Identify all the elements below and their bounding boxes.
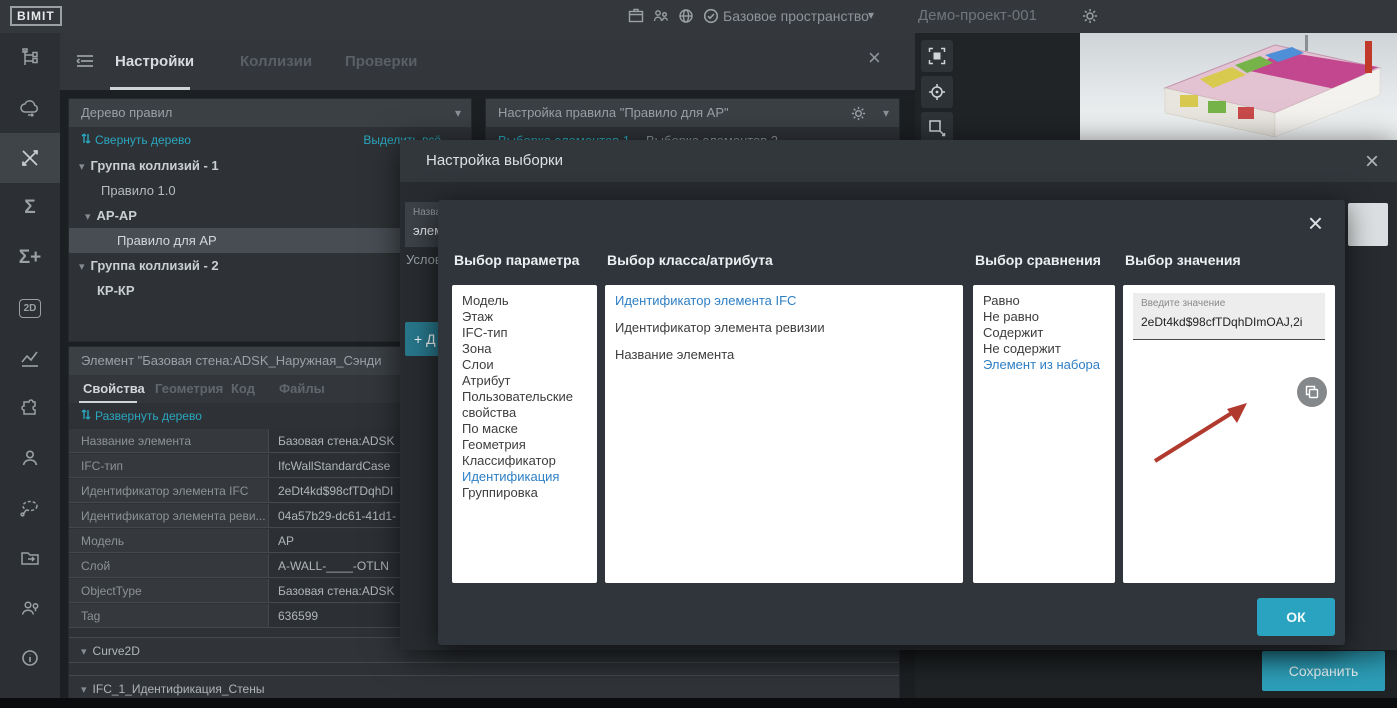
compare-option-selected[interactable]: Элемент из набора — [983, 357, 1105, 373]
param-column-title: Выбор параметра — [454, 252, 579, 268]
check-circle-icon[interactable] — [702, 7, 720, 30]
caret-down-icon[interactable]: ▾ — [79, 261, 85, 273]
zoom-extents-icon[interactable] — [921, 40, 953, 72]
close-icon[interactable]: × — [868, 47, 881, 69]
model-tree-icon[interactable] — [0, 33, 60, 83]
param-option[interactable]: Геометрия — [462, 437, 587, 453]
modal-title: Настройка выборки — [426, 152, 563, 169]
top-bar: BIMIT Базовое пространство ▾ Демо-проект… — [0, 0, 1397, 33]
value-column-title: Выбор значения — [1125, 252, 1241, 268]
scene-background — [1080, 33, 1397, 143]
workspace-selector[interactable]: Базовое пространство — [723, 8, 869, 24]
tab-collisions[interactable]: Коллизии — [240, 53, 312, 70]
parameter-picker-dialog: × Выбор параметра Выбор класса/атрибута … — [438, 200, 1345, 645]
copy-icon — [1305, 385, 1319, 399]
compare-option[interactable]: Не равно — [983, 309, 1105, 325]
caret-down-icon[interactable]: ▾ — [81, 684, 87, 696]
param-option[interactable]: Зона — [462, 341, 587, 357]
save-button[interactable]: Сохранить — [1262, 651, 1385, 691]
param-option[interactable]: Слои — [462, 357, 587, 373]
chevron-down-icon[interactable]: ▾ — [455, 99, 461, 127]
param-option[interactable]: IFC-тип — [462, 325, 587, 341]
settings-panel-header: Настройки Коллизии Проверки × — [60, 33, 915, 90]
collapse-tree-button[interactable]: Свернуть дерево — [81, 127, 191, 153]
tab-files[interactable]: Файлы — [279, 381, 325, 396]
app-root: BIMIT Базовое пространство ▾ Демо-проект… — [0, 0, 1397, 708]
param-option[interactable]: Классификатор — [462, 453, 587, 469]
param-option[interactable]: Атрибут — [462, 373, 587, 389]
sigma-icon[interactable]: Σ — [0, 183, 60, 233]
globe-sync-icon[interactable] — [677, 7, 695, 30]
tab-settings[interactable]: Настройки — [115, 53, 194, 70]
param-option[interactable]: Модель — [462, 293, 587, 309]
param-option[interactable]: Пользовательские свойства — [462, 389, 587, 421]
attr-list: Идентификатор элемента IFC Идентификатор… — [605, 285, 963, 583]
param-option[interactable]: Этаж — [462, 309, 587, 325]
param-option-selected[interactable]: Идентификация — [462, 469, 587, 485]
expand-tree-label: Развернуть дерево — [95, 409, 202, 423]
user-icon[interactable] — [0, 433, 60, 483]
app-logo: BIMIT — [10, 6, 62, 26]
locate-icon[interactable] — [921, 76, 953, 108]
close-icon[interactable]: × — [1365, 148, 1379, 176]
compare-option[interactable]: Равно — [983, 293, 1105, 309]
left-toolbar: Σ Σ+ 2D — [0, 33, 60, 708]
annotation-arrow — [1143, 395, 1258, 470]
attr-option-selected[interactable]: Идентификатор элемента IFC — [615, 293, 953, 309]
caret-down-icon[interactable]: ▾ — [85, 211, 91, 223]
plugins-icon[interactable] — [0, 383, 60, 433]
compare-option[interactable]: Содержит — [983, 325, 1105, 341]
compare-column-title: Выбор сравнения — [975, 252, 1101, 268]
scrollbar-thumb[interactable] — [1348, 203, 1388, 246]
rules-tree-title: Дерево правил — [81, 105, 172, 120]
name-input-label: Назва — [413, 207, 441, 218]
caret-down-icon[interactable]: ▾ — [81, 646, 87, 658]
param-list: Модель Этаж IFC-тип Зона Слои Атрибут По… — [452, 285, 597, 583]
rule-settings-title: Настройка правила "Правило для АР" — [498, 105, 729, 120]
package-icon[interactable] — [627, 7, 645, 30]
value-box: Введите значение 2eDt4kd$98cfTDqhDImOAJ,… — [1123, 285, 1335, 583]
rule-settings-header[interactable]: Настройка правила "Правило для АР" ▾ — [486, 99, 899, 127]
graphs-icon[interactable] — [0, 333, 60, 383]
user-pin-icon[interactable] — [0, 583, 60, 633]
value-input[interactable]: Введите значение 2eDt4kd$98cfTDqhDImOAJ,… — [1133, 293, 1325, 340]
close-icon[interactable]: × — [1308, 208, 1323, 239]
value-input-label: Введите значение — [1141, 298, 1225, 309]
gear-icon[interactable] — [850, 104, 867, 132]
info-icon[interactable] — [0, 633, 60, 683]
chevron-down-icon[interactable]: ▾ — [883, 99, 889, 127]
attr-option[interactable]: Идентификатор элемента ревизии — [615, 320, 953, 336]
bottom-edge — [0, 698, 1397, 708]
tab-checks[interactable]: Проверки — [345, 53, 417, 70]
active-tab-underline — [110, 87, 190, 90]
attr-column-title: Выбор класса/атрибута — [607, 252, 773, 268]
gear-icon[interactable] — [1081, 7, 1099, 30]
panel-menu-icon[interactable] — [76, 53, 94, 74]
copy-button[interactable] — [1297, 377, 1327, 407]
param-option[interactable]: По маске — [462, 421, 587, 437]
param-option[interactable]: Группировка — [462, 485, 587, 501]
element-panel-title: Элемент "Базовая стена:ADSK_Наружная_Сэн… — [81, 353, 382, 368]
tab-code[interactable]: Код — [231, 381, 255, 396]
ok-button[interactable]: ОК — [1257, 598, 1335, 636]
tab-properties[interactable]: Свойства — [83, 381, 145, 396]
chevron-down-icon[interactable]: ▾ — [868, 8, 874, 22]
value-input-text: 2eDt4kd$98cfTDqhDImOAJ,2i — [1141, 315, 1321, 329]
caret-down-icon[interactable]: ▾ — [79, 161, 85, 173]
compare-list: Равно Не равно Содержит Не содержит Элем… — [973, 285, 1115, 583]
project-title: Демо-проект-001 — [918, 7, 1037, 24]
rules-tree-header[interactable]: Дерево правил ▾ — [69, 99, 471, 127]
2d-view-icon[interactable]: 2D — [0, 283, 60, 333]
compare-option[interactable]: Не содержит — [983, 341, 1105, 357]
collisions-icon[interactable] — [0, 133, 60, 183]
export-folder-icon[interactable] — [0, 533, 60, 583]
attr-option[interactable]: Название элемента — [615, 347, 953, 363]
tab-geometry[interactable]: Геометрия — [155, 381, 223, 396]
sigma-plus-icon[interactable]: Σ+ — [0, 233, 60, 283]
lasso-select-icon[interactable] — [0, 483, 60, 533]
modal-header: Настройка выборки × — [400, 140, 1397, 182]
house-model — [1080, 33, 1397, 143]
cloud-sync-icon[interactable] — [0, 83, 60, 133]
team-icon[interactable] — [652, 7, 670, 30]
